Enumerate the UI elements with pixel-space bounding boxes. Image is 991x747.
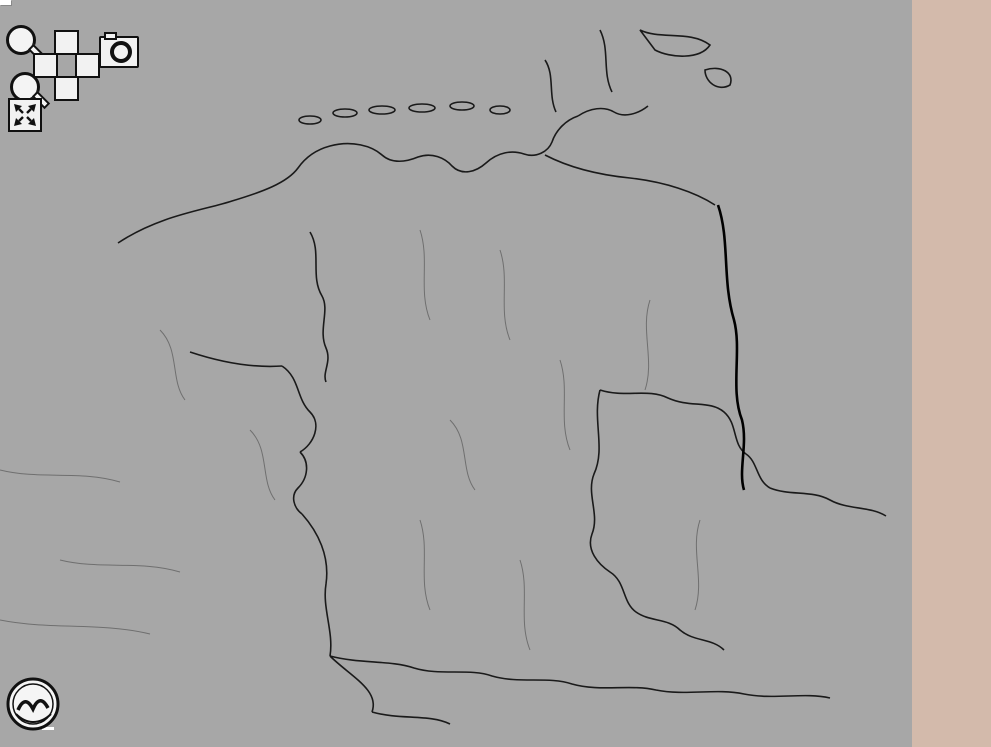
pan-right-button[interactable]: [75, 53, 100, 78]
cloud-cover-colorbar: [912, 0, 991, 747]
zoom-in-button[interactable]: [6, 25, 36, 55]
metmaps-app: [0, 0, 991, 747]
city-label-layer: [0, 0, 912, 747]
map-title: [0, 0, 11, 5]
colorbar-panel: [912, 0, 991, 747]
country-borders: [0, 0, 912, 747]
weather-symbol-layer: [0, 0, 912, 747]
pan-left-button[interactable]: [33, 53, 58, 78]
fullscreen-button[interactable]: [8, 98, 42, 132]
metmaps-logo[interactable]: [0, 676, 72, 747]
pan-down-button[interactable]: [54, 76, 79, 101]
temperature-layer: [0, 0, 912, 747]
pan-up-button[interactable]: [54, 30, 79, 55]
snapshot-camera-button[interactable]: [99, 36, 139, 68]
map-canvas[interactable]: [0, 0, 912, 747]
expand-arrows-icon: [10, 100, 40, 130]
